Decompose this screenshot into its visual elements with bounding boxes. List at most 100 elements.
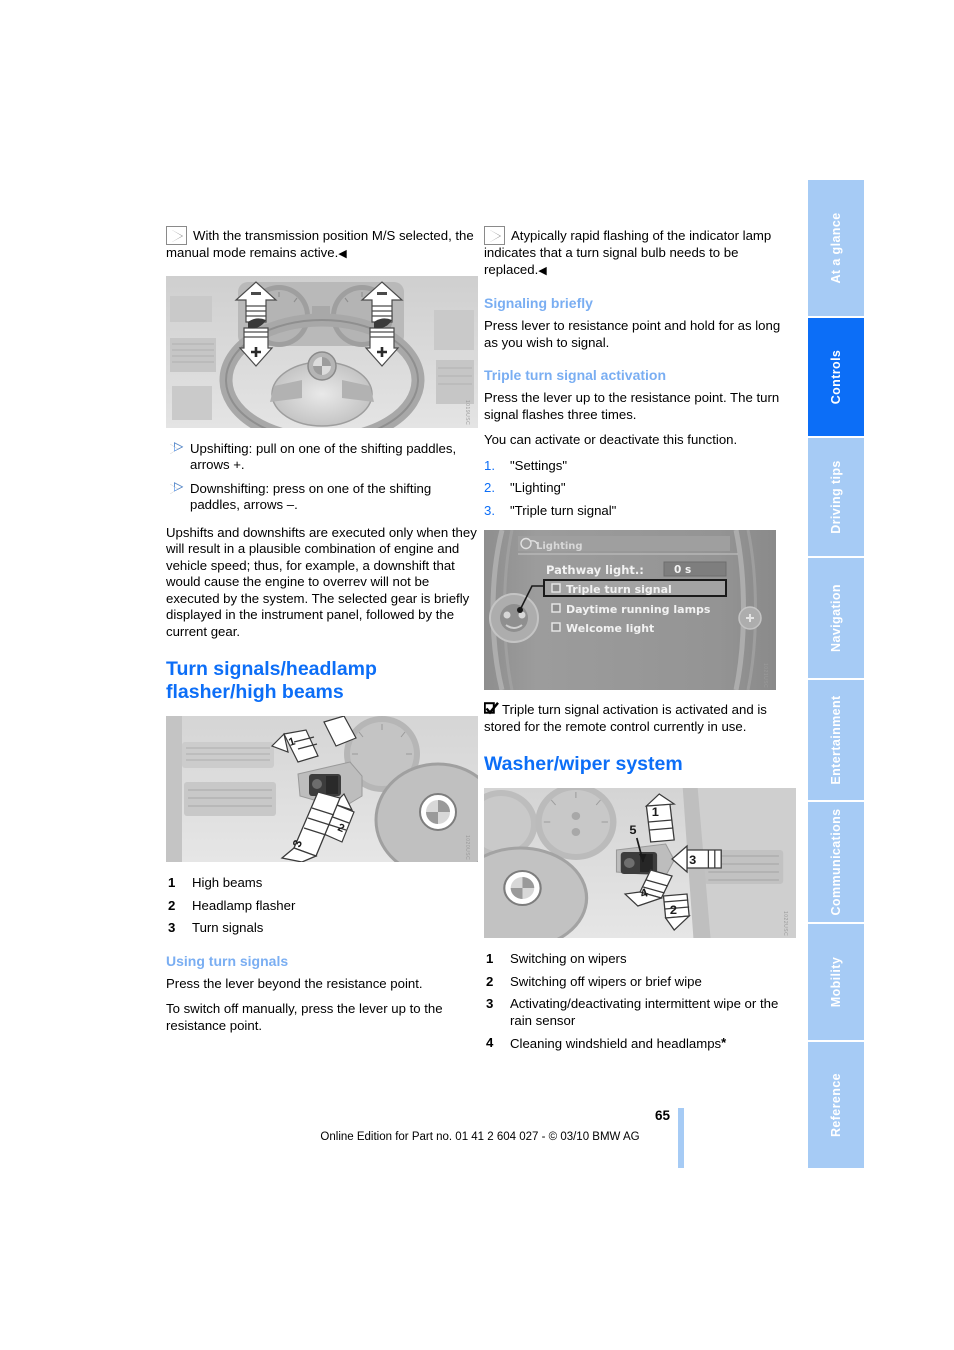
- washer-wiper-legend-list: 1 Switching on wipers 2 Switching off wipe…: [484, 951, 796, 1053]
- svg-text:Lighting: Lighting: [536, 541, 583, 552]
- figure-watermark: 1022USC: [782, 910, 788, 936]
- list-item: 2 Switching off wipers or brief wipe: [484, 974, 796, 991]
- note-triple-turn-stored: Triple turn signal activation is activat…: [484, 702, 796, 735]
- step-number: 2.: [484, 480, 495, 495]
- list-item-text: Downshifting: press on one of the shifti…: [190, 480, 432, 513]
- sidebar-tab-at-a-glance[interactable]: At a glance: [808, 180, 864, 318]
- list-item-text: Upshifting: pull on one of the shifting …: [190, 440, 457, 473]
- checked-box-icon: [484, 702, 499, 715]
- step-text: "Triple turn signal": [510, 502, 617, 518]
- turn-signal-stalk-illustration: 1 2 3 1020USC: [166, 716, 478, 862]
- note-text: With the transmission position M/S selec…: [166, 228, 474, 260]
- list-item: 1 High beams: [166, 875, 478, 892]
- note-transmission-ms: With the transmission position M/S selec…: [166, 226, 478, 263]
- sidebar-tab-label: Navigation: [829, 584, 843, 652]
- svg-text:2: 2: [670, 903, 677, 917]
- sidebar-tab-entertainment[interactable]: Entertainment: [808, 680, 864, 802]
- legend-number: 1: [168, 875, 176, 890]
- triangle-bullet-icon: [170, 480, 183, 494]
- sidebar-tab-label: Driving tips: [829, 460, 843, 534]
- using-turn-signals-para-2: To switch off manually, press the lever …: [166, 1001, 443, 1033]
- step-text: "Settings": [510, 457, 568, 473]
- section-heading-washer-wiper: Washer/wiper system: [484, 753, 683, 775]
- subheading-triple-turn-signal: Triple turn signal activation: [484, 367, 667, 383]
- legend-text: Cleaning windshield and headlamps: [510, 1036, 722, 1051]
- left-text-column: With the transmission position M/S selec…: [166, 226, 478, 1045]
- legend-text: High beams: [192, 875, 263, 890]
- sidebar-tab-label: Entertainment: [829, 695, 843, 785]
- sidebar-tab-reference[interactable]: Reference: [808, 1042, 864, 1168]
- triple-turn-para-2: You can activate or deactivate this func…: [484, 432, 738, 447]
- legend-number: 3: [486, 996, 494, 1011]
- chapter-tab-sidebar: At a glance Controls Driving tips Naviga…: [808, 180, 864, 1170]
- sidebar-tab-label: At a glance: [829, 212, 843, 284]
- list-item: 2. "Lighting": [484, 480, 796, 497]
- page-number: 65: [654, 1108, 670, 1123]
- sidebar-tab-label: Reference: [829, 1072, 843, 1138]
- triangle-bullet-icon: [170, 440, 183, 454]
- subheading-signaling-briefly: Signaling briefly: [484, 295, 593, 311]
- svg-text:5: 5: [629, 823, 636, 837]
- legend-text: Turn signals: [192, 920, 264, 935]
- legend-number: 2: [486, 973, 494, 989]
- list-item: 3. "Triple turn signal": [484, 503, 796, 520]
- legend-text: Activating/deactivating intermittent wip…: [510, 996, 779, 1028]
- legend-number: 3: [168, 920, 176, 935]
- list-item: Upshifting: pull on one of the shifting …: [166, 440, 478, 474]
- svg-text:Welcome light: Welcome light: [566, 622, 654, 635]
- sidebar-tab-controls[interactable]: Controls: [808, 318, 864, 438]
- svg-text:Daytime running lamps: Daytime running lamps: [566, 603, 711, 616]
- sidebar-tab-label: Controls: [829, 349, 843, 405]
- sidebar-tab-label: Mobility: [829, 956, 843, 1008]
- sidebar-tab-navigation[interactable]: Navigation: [808, 558, 864, 680]
- legend-text: Switching on wipers: [510, 951, 627, 966]
- svg-text:1: 1: [652, 805, 659, 819]
- idrive-lighting-menu-screenshot: Pathway light.: 0 s Lighting Triple turn…: [484, 530, 776, 690]
- step-number: 3.: [484, 502, 495, 518]
- signaling-briefly-para: Press lever to resistance point and hold…: [484, 318, 781, 350]
- sidebar-tab-label: Communications: [829, 808, 843, 916]
- steering-wheel-shift-paddles-illustration: 1019USC: [166, 275, 478, 428]
- sidebar-tab-driving-tips[interactable]: Driving tips: [808, 438, 864, 558]
- footer-edition-text: Online Edition for Part no. 01 41 2 604 …: [320, 1131, 640, 1143]
- figure-artwork: 1 2 3: [484, 788, 796, 938]
- list-item: 3 Activating/deactivating intermittent wi…: [484, 996, 796, 1029]
- shifting-bullet-list: Upshifting: pull on one of the shifting …: [166, 440, 478, 514]
- footer-accent-bar: [678, 1108, 684, 1168]
- shifting-paragraph: Upshifts and downshifts are executed onl…: [166, 524, 477, 639]
- triangle-right-note-icon: [484, 226, 505, 245]
- note-text: Atypically rapid flashing of the indicat…: [484, 228, 772, 277]
- right-text-column: Atypically rapid flashing of the indicat…: [484, 226, 796, 1064]
- svg-text:Triple turn signal: Triple turn signal: [566, 583, 672, 596]
- legend-number: 4: [486, 1035, 494, 1050]
- legend-number: 1: [486, 951, 494, 966]
- step-text: "Lighting": [510, 480, 566, 495]
- list-item: 2 Headlamp flasher: [166, 898, 478, 915]
- figure-artwork: 1 2 3: [166, 716, 478, 862]
- subheading-using-turn-signals: Using turn signals: [166, 952, 289, 969]
- note-end-mark: ◀: [338, 248, 347, 260]
- page-title: Turn signals/headlamp flasher/high beams: [166, 658, 377, 703]
- step-number: 1.: [484, 457, 495, 473]
- figure-watermark: 1019USC: [464, 400, 470, 426]
- note-rapid-flashing: Atypically rapid flashing of the indicat…: [484, 226, 796, 279]
- figure-watermark: 1021USC: [762, 662, 768, 688]
- svg-text:3: 3: [689, 853, 696, 867]
- sidebar-tab-communications[interactable]: Communications: [808, 802, 864, 924]
- list-item: 3 Turn signals: [166, 920, 478, 937]
- svg-text:0 s: 0 s: [674, 564, 691, 576]
- figure-watermark: 1020USC: [464, 834, 470, 860]
- manual-page: At a glance Controls Driving tips Naviga…: [0, 0, 954, 1350]
- idrive-artwork: Pathway light.: 0 s Lighting Triple turn…: [484, 530, 776, 690]
- figure-artwork: [166, 275, 478, 428]
- triangle-right-note-icon: [166, 226, 187, 245]
- note-end-mark: ◀: [538, 264, 547, 277]
- legend-text: Headlamp flasher: [192, 897, 296, 913]
- legend-number: 2: [168, 897, 176, 913]
- note-text: Triple turn signal activation is activat…: [484, 702, 767, 734]
- idrive-steps-list: 1. "Settings" 2. "Lighting" 3. "Triple turn…: [484, 458, 796, 520]
- using-turn-signals-para-1: Press the lever beyond the resistance po…: [166, 975, 423, 991]
- list-item: 1. "Settings": [484, 458, 796, 475]
- triple-turn-para-1: Press the lever up to the resistance poi…: [484, 390, 780, 422]
- sidebar-tab-mobility[interactable]: Mobility: [808, 924, 864, 1042]
